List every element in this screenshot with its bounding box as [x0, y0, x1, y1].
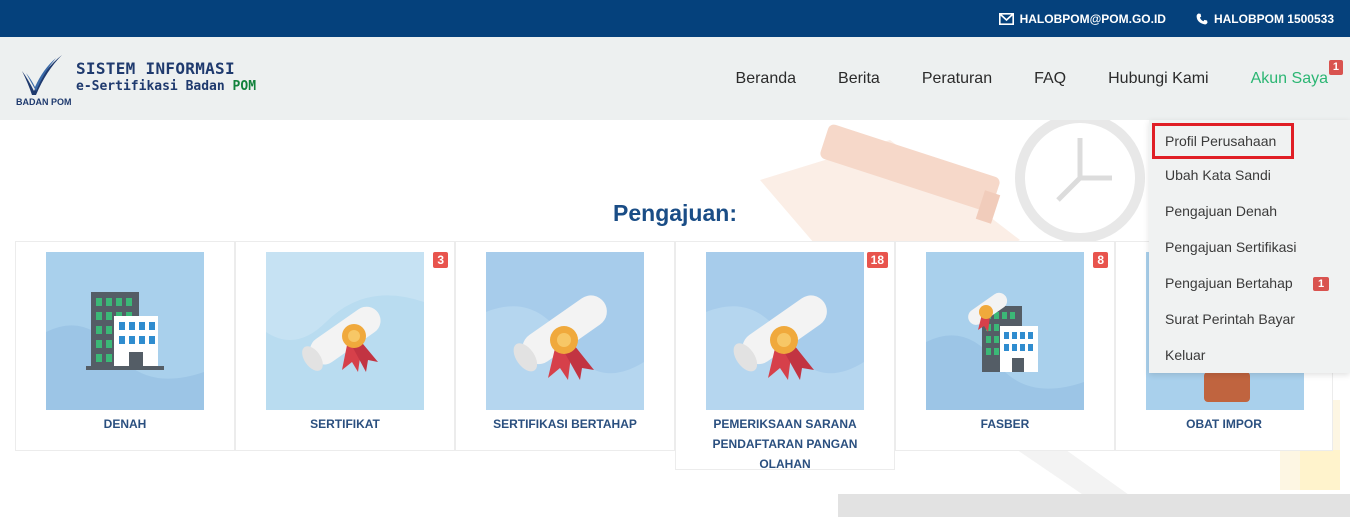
phone-icon: [1196, 13, 1208, 24]
nav-akun-saya-label: Akun Saya: [1250, 69, 1328, 87]
site-subtitle: e-Sertifikasi Badan POM: [76, 79, 256, 94]
nav-peraturan[interactable]: Peraturan: [901, 70, 1013, 88]
card-label: FASBER: [980, 417, 1030, 431]
checkmark-logo-icon: BADAN POM: [16, 55, 72, 107]
email-text: HALOBPOM@POM.GO.ID: [1019, 11, 1166, 26]
card-label: DENAH: [103, 417, 147, 431]
card-pemeriksaan-sarana[interactable]: 18 PEMERIKSAAN SARANA PENDAFTARAN PANGAN…: [675, 241, 895, 471]
site-subtitle-brand: POM: [232, 79, 257, 94]
nav-akun-saya[interactable]: Akun Saya 1: [1230, 59, 1343, 88]
building-icon: [46, 252, 204, 410]
top-contact-bar: HALOBPOM@POM.GO.ID HALOBPOM 1500533: [0, 0, 1350, 37]
certificate-icon: [266, 252, 424, 410]
section-title: Pengajuan:: [613, 200, 737, 226]
bertahap-count-badge: 1: [1313, 277, 1330, 291]
card-fasber[interactable]: 8 FASBER: [895, 241, 1115, 451]
card-label: PEMERIKSAAN SARANA PENDAFTARAN PANGAN OL…: [712, 417, 858, 471]
account-dropdown-menu: Profil Perusahaan Ubah Kata Sandi Pengaj…: [1149, 120, 1350, 373]
footer-strip: [838, 494, 1350, 517]
menu-profil-perusahaan[interactable]: Profil Perusahaan: [1152, 123, 1294, 159]
nav-hubungi-kami[interactable]: Hubungi Kami: [1087, 70, 1230, 88]
menu-keluar[interactable]: Keluar: [1165, 347, 1205, 363]
count-badge: 8: [1093, 252, 1108, 268]
card-label: OBAT IMPOR: [1186, 417, 1262, 431]
card-denah[interactable]: DENAH: [15, 241, 235, 451]
nav-berita[interactable]: Berita: [817, 70, 901, 88]
site-subtitle-prefix: e-Sertifikasi Badan: [76, 79, 225, 94]
card-label: SERTIFIKAT: [310, 417, 380, 431]
email-contact[interactable]: HALOBPOM@POM.GO.ID: [998, 11, 1166, 26]
logo-caption: BADAN POM: [16, 97, 72, 107]
phone-text: HALOBPOM 1500533: [1213, 11, 1334, 26]
building-certificate-icon: [926, 252, 1084, 410]
count-badge: 3: [433, 252, 448, 268]
site-title: SISTEM INFORMASI: [76, 59, 235, 78]
card-sertifikat[interactable]: 3 SERTIFIKAT: [235, 241, 455, 451]
certificate-icon: [706, 252, 864, 410]
site-title-block: SISTEM INFORMASI e-Sertifikasi Badan POM: [76, 59, 256, 94]
envelope-icon: [998, 12, 1014, 25]
menu-pengajuan-sertifikasi[interactable]: Pengajuan Sertifikasi: [1165, 239, 1297, 255]
nav-beranda[interactable]: Beranda: [715, 70, 818, 88]
main-header: BADAN POM SISTEM INFORMASI e-Sertifikasi…: [0, 37, 1350, 120]
certificate-icon: [486, 252, 644, 410]
menu-ubah-kata-sandi[interactable]: Ubah Kata Sandi: [1165, 167, 1271, 183]
notification-badge: 1: [1328, 59, 1343, 75]
main-nav: Beranda Berita Peraturan FAQ Hubungi Kam…: [715, 37, 1343, 120]
count-badge: 18: [866, 252, 888, 268]
nav-faq[interactable]: FAQ: [1013, 70, 1087, 88]
phone-contact[interactable]: HALOBPOM 1500533: [1196, 12, 1334, 26]
menu-pengajuan-bertahap[interactable]: Pengajuan Bertahap: [1165, 275, 1293, 291]
card-sertifikasi-bertahap[interactable]: SERTIFIKASI BERTAHAP: [455, 241, 675, 451]
menu-pengajuan-denah[interactable]: Pengajuan Denah: [1165, 203, 1277, 219]
card-label: SERTIFIKASI BERTAHAP: [493, 417, 637, 431]
badan-pom-logo[interactable]: BADAN POM: [16, 45, 76, 109]
menu-surat-perintah-bayar[interactable]: Surat Perintah Bayar: [1165, 311, 1295, 327]
